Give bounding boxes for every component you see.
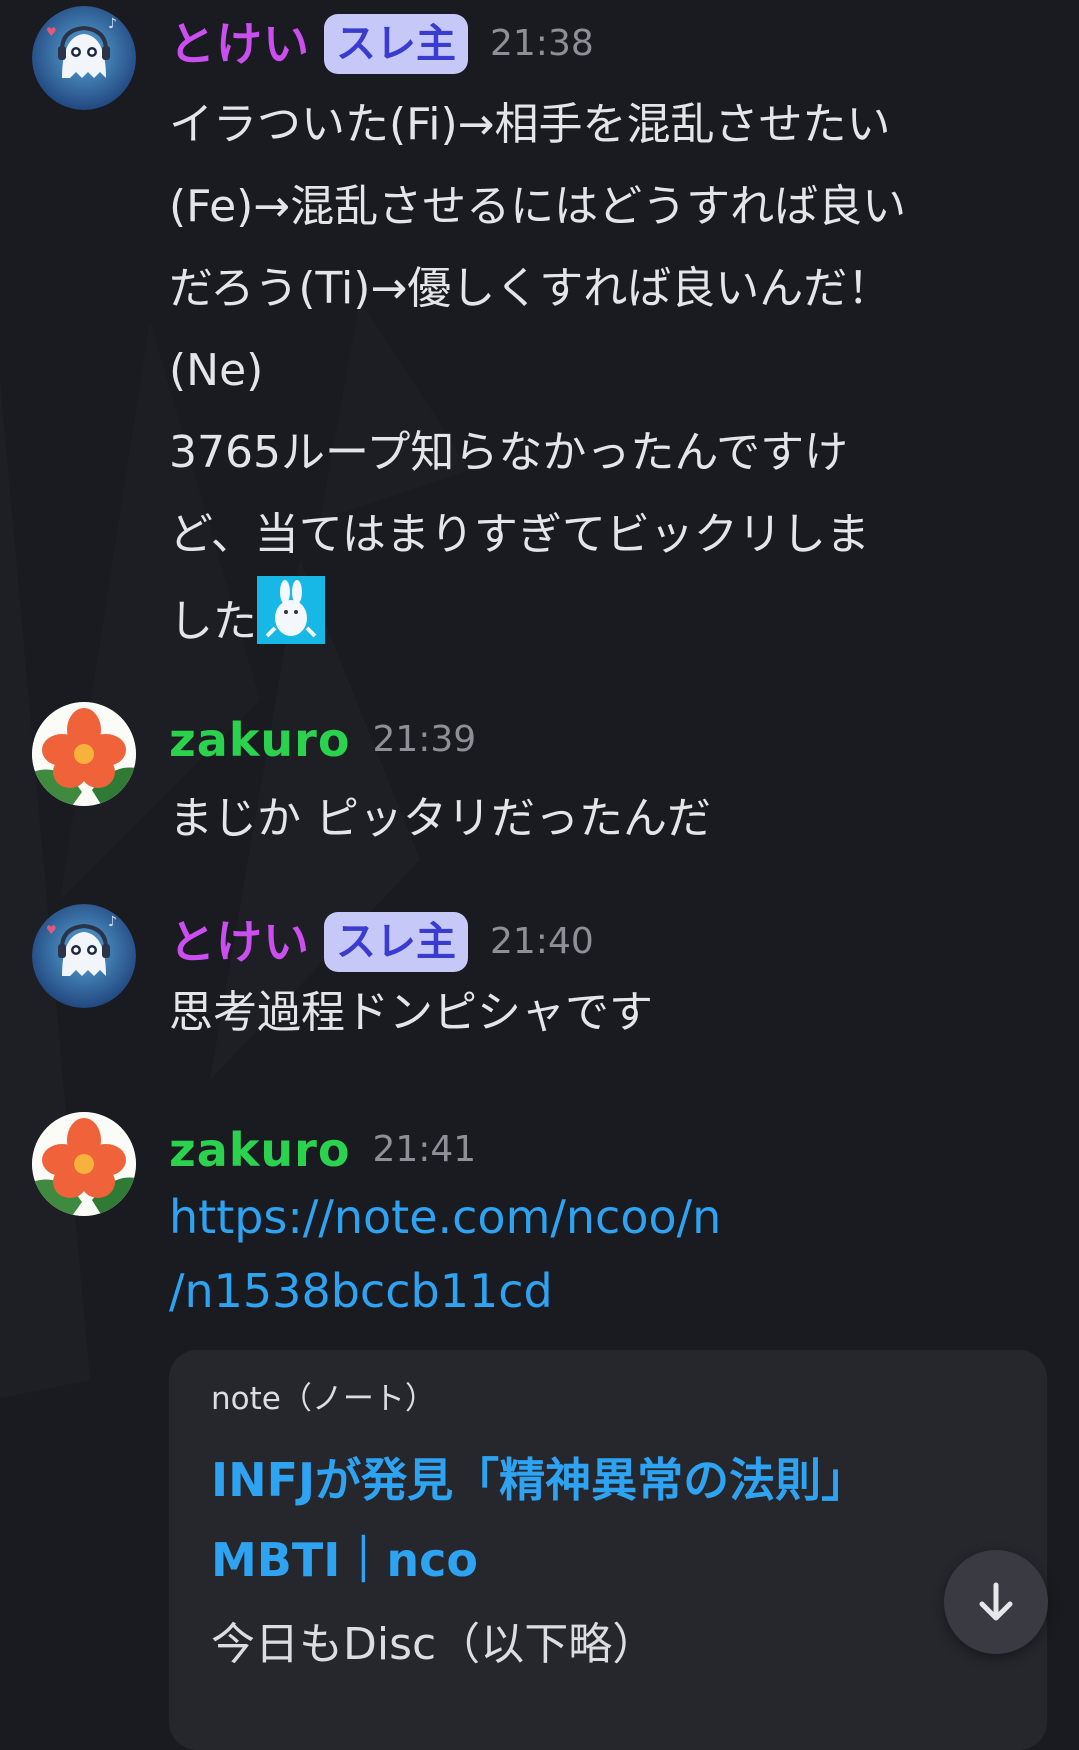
username[interactable]: zakuro bbox=[169, 710, 350, 770]
svg-text:♪: ♪ bbox=[108, 16, 117, 32]
username[interactable]: zakuro bbox=[169, 1120, 350, 1180]
timestamp: 21:39 bbox=[372, 719, 477, 760]
message-text-2: 3765ループ知らなかったんですけ ど、当てはまりすぎてビックリしま した bbox=[169, 412, 1051, 663]
svg-text:♥: ♥ bbox=[46, 923, 57, 937]
message-text: 思考過程ドンピシャです bbox=[169, 987, 653, 1038]
op-badge: スレ主 bbox=[324, 14, 468, 74]
avatar-zakuro[interactable] bbox=[32, 1112, 136, 1216]
timestamp: 21:38 bbox=[490, 23, 594, 64]
embed-provider[interactable]: note（ノート） bbox=[211, 1374, 436, 1424]
message-text: まじか ピッタリだったんだ bbox=[169, 793, 711, 844]
message-header: とけい スレ主 21:38 bbox=[169, 14, 1051, 74]
avatar-tokei[interactable]: ♪ ♥ bbox=[32, 6, 136, 110]
timestamp: 21:41 bbox=[372, 1129, 477, 1170]
flower-avatar-icon bbox=[32, 1112, 136, 1216]
message-link[interactable]: https://note.com/ncoo/n /n1538bccb11cd bbox=[169, 1180, 1051, 1328]
link-embed[interactable]: note（ノート） INFJが発見「精神異常の法則」 MBTI｜nco 今日もD… bbox=[169, 1350, 1047, 1750]
svg-text:♪: ♪ bbox=[108, 914, 117, 930]
avatar-tokei[interactable]: ♪ ♥ bbox=[32, 904, 136, 1008]
avatar-zakuro[interactable] bbox=[32, 702, 136, 806]
embed-description: 今日もDisc（以下略） bbox=[211, 1619, 657, 1670]
svg-text:♥: ♥ bbox=[46, 25, 57, 39]
rabbit-emoji-icon bbox=[257, 576, 325, 644]
timestamp: 21:40 bbox=[490, 921, 594, 962]
embed-title[interactable]: INFJが発見「精神異常の法則」 MBTI｜nco bbox=[211, 1440, 987, 1600]
message-text: イラついた(Fi)→相手を混乱させたい (Fe)→混乱させるにはどうすれば良い … bbox=[169, 99, 907, 396]
flower-avatar-icon bbox=[32, 702, 136, 806]
message-header: zakuro 21:39 bbox=[169, 710, 1051, 770]
message-header: とけい スレ主 21:40 bbox=[169, 912, 1051, 972]
arrow-down-icon bbox=[979, 1582, 1013, 1621]
username[interactable]: とけい bbox=[169, 912, 310, 972]
message-header: zakuro 21:41 bbox=[169, 1120, 1051, 1180]
ghost-avatar-icon: ♪ ♥ bbox=[32, 6, 136, 110]
scroll-to-bottom-button[interactable] bbox=[944, 1550, 1048, 1654]
ghost-avatar-icon: ♪ ♥ bbox=[32, 904, 136, 1008]
username[interactable]: とけい bbox=[169, 14, 310, 74]
op-badge: スレ主 bbox=[324, 912, 468, 972]
